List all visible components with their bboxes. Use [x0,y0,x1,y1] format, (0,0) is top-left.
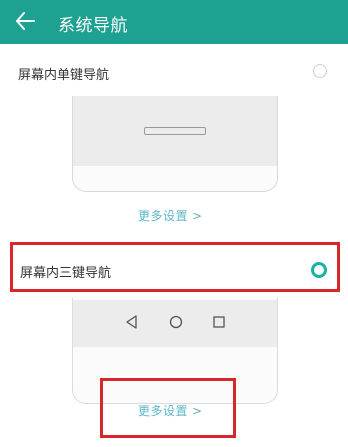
app-bar: 系统导航 [0,0,348,44]
page-title: 系统导航 [58,16,128,36]
back-triangle-icon [126,315,137,329]
three-key-navbar [73,300,277,347]
option-three-key-label[interactable]: 屏幕内三键导航 [20,262,111,281]
option-single-key-radio[interactable] [313,64,327,78]
home-circle-icon [169,315,183,329]
single-key-more-settings-link[interactable]: 更多设置 > [138,207,203,224]
highlight-box-more-settings [100,378,236,438]
more-settings-label: 更多设置 [138,209,189,223]
option-single-key-label[interactable]: 屏幕内单键导航 [18,64,109,83]
option-three-key-radio[interactable] [311,262,327,278]
home-pill-icon [144,127,206,135]
recents-square-icon [213,316,225,328]
chevron-right-icon: > [192,209,203,223]
single-key-navbar [73,96,277,166]
settings-content: 屏幕内单键导航 更多设置 > 屏幕内三键导航 更多设置 > [0,44,348,447]
single-key-preview [72,96,278,192]
back-arrow-icon[interactable] [14,10,36,32]
